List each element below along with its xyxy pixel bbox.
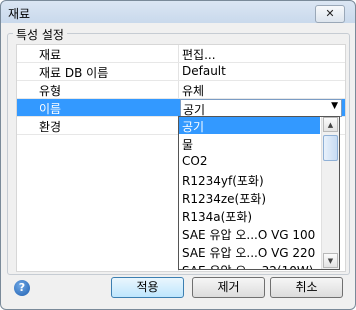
grid-row-name[interactable]: 이름 공기 ▼ [17,99,345,117]
group-label: 특성 설정 [13,26,67,43]
dropdown-scrollbar[interactable]: ▲ ▼ [321,117,339,269]
list-item[interactable]: 공기 [179,117,320,134]
row-value[interactable]: 편집... [182,46,216,63]
scroll-up-icon[interactable]: ▲ [323,117,338,132]
list-item[interactable]: R1234yf(포화) [179,171,320,188]
grid-row-material[interactable]: 재료 편집... [17,45,345,63]
grid-row-type[interactable]: 유형 유체 [17,81,345,99]
cancel-button[interactable]: 취소 [270,277,343,298]
name-combobox[interactable]: 공기 ▼ [180,99,342,117]
scroll-thumb[interactable] [323,135,338,161]
name-dropdown-list[interactable]: 공기 물 CO2 R1234yf(포화) R1234ze(포화) R134a(포… [178,116,340,270]
list-item[interactable]: SAE 유압 오...O VG 100 [179,225,320,242]
close-button[interactable]: ✕ [315,5,345,23]
help-icon[interactable]: ? [14,280,30,296]
apply-button[interactable]: 적용 [111,277,184,298]
chevron-down-icon[interactable]: ▼ [331,101,338,111]
remove-button[interactable]: 제거 [192,277,265,298]
grid-row-db-name[interactable]: 재료 DB 이름 Default [17,63,345,81]
list-item[interactable]: R1234ze(포화) [179,189,320,206]
title-bar: 재료 ✕ [1,1,355,23]
row-label: 재료 [39,48,62,62]
list-item[interactable]: 물 [179,135,320,152]
row-label: 환경 [39,120,62,134]
row-label: 재료 DB 이름 [39,66,109,80]
list-item[interactable]: SAE 유압 오...O VG 220 [179,243,320,260]
row-label: 유형 [39,84,62,98]
row-value: 유체 [182,84,205,98]
list-item[interactable]: SAE 유압 오... 32(10W) [179,261,320,269]
list-item[interactable]: R134a(포화) [179,207,320,224]
window-title: 재료 [8,7,31,21]
close-icon: ✕ [325,7,335,20]
list-item[interactable]: CO2 [179,153,320,170]
row-label: 이름 [39,102,62,116]
row-value: Default [182,64,226,78]
scroll-down-icon[interactable]: ▼ [323,253,338,268]
